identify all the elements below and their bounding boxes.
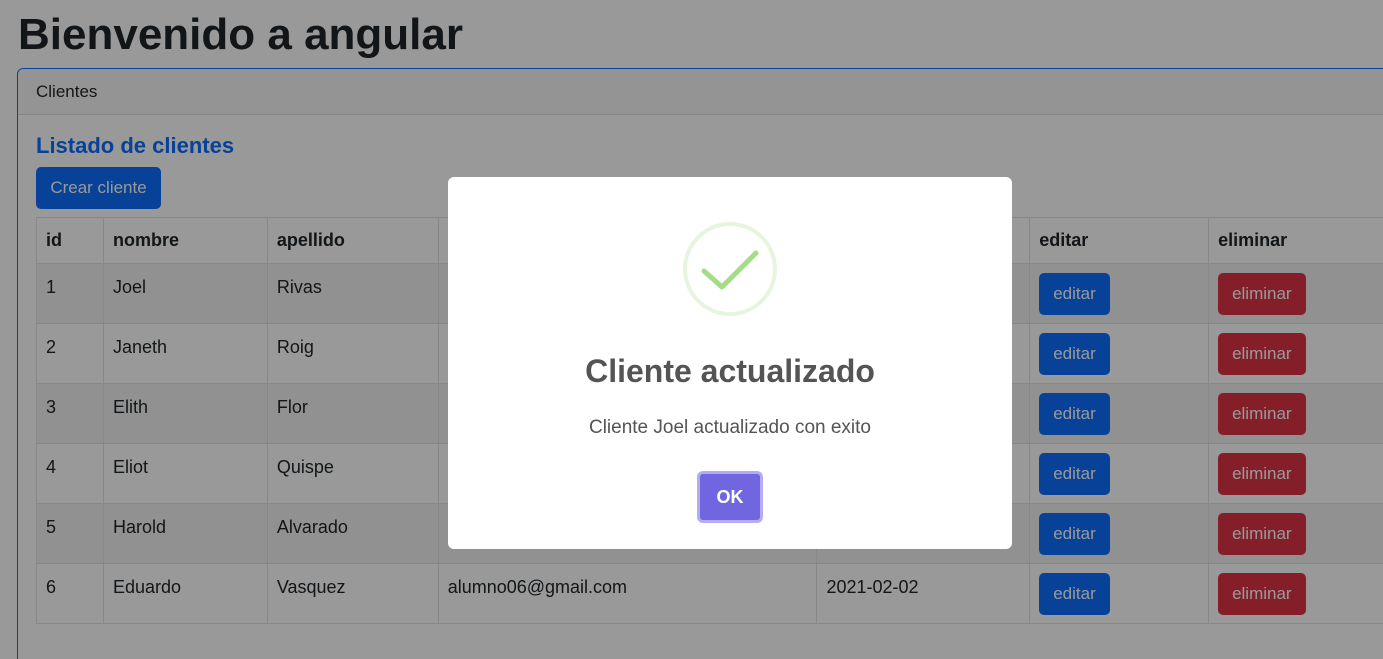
- success-dialog: Cliente actualizado Cliente Joel actuali…: [448, 177, 1012, 549]
- success-check-icon: [683, 222, 777, 316]
- ok-button[interactable]: OK: [697, 471, 763, 523]
- dialog-title: Cliente actualizado: [585, 353, 875, 389]
- dialog-message: Cliente Joel actualizado con exito: [588, 417, 871, 438]
- page: Bienvenido a angular Clientes Listado de…: [0, 0, 1383, 659]
